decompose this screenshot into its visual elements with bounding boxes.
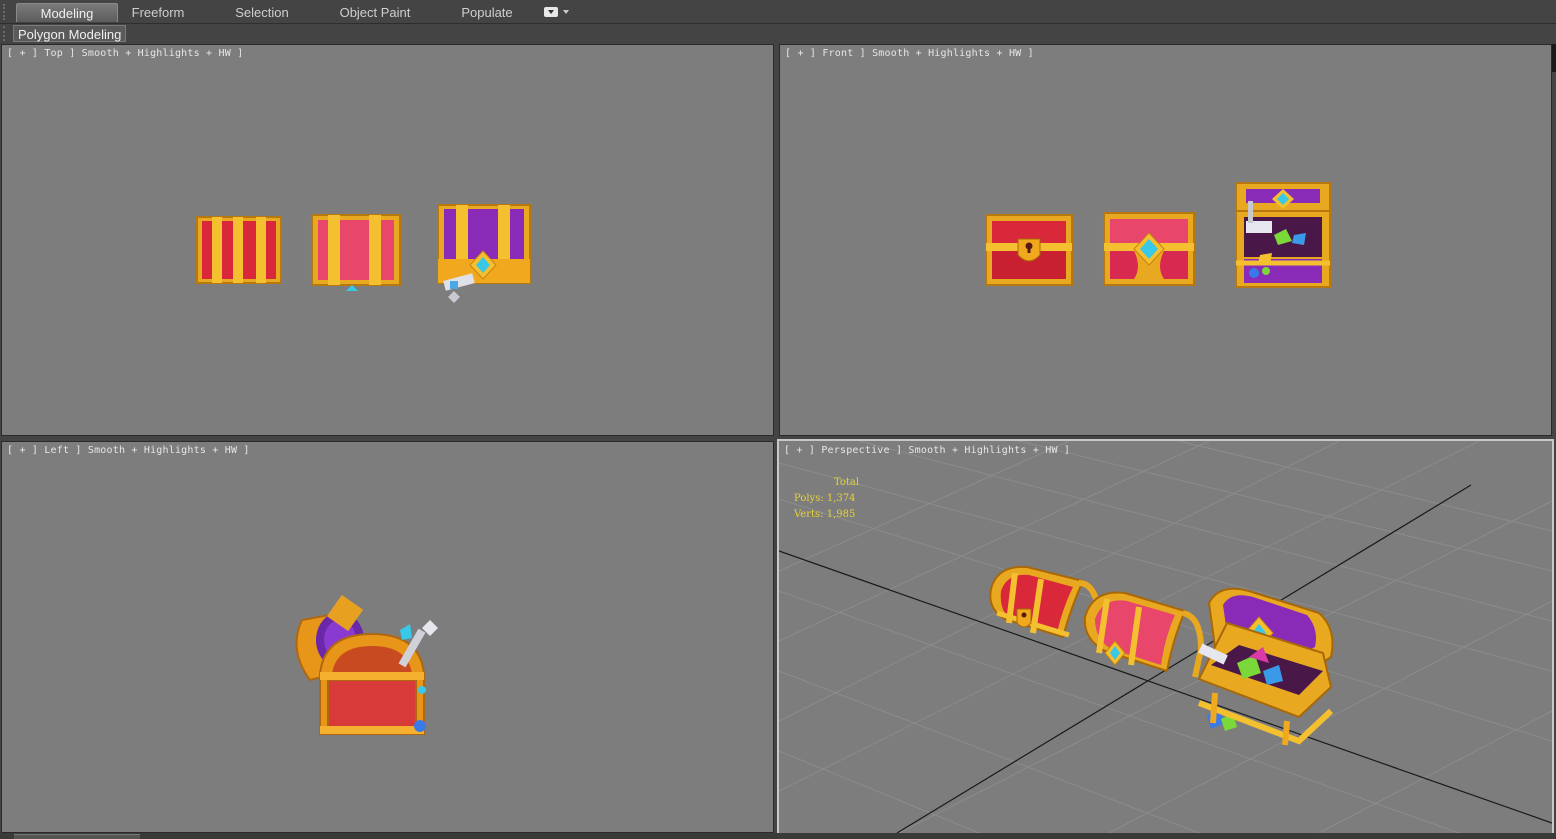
ribbon-tab-bar: Modeling Freeform Selection Object Paint…: [0, 0, 1556, 24]
chest-red-top[interactable]: [196, 216, 282, 284]
toolbar-grip[interactable]: [3, 26, 9, 41]
stats-polys: Polys: 1,374: [794, 491, 859, 507]
viewport-perspective[interactable]: [ + ] Perspective ] Smooth + Highlights …: [777, 439, 1554, 835]
viewport-top[interactable]: [ + ] Top ] Smooth + Highlights + HW ]: [1, 44, 774, 436]
chest-purple-open-front[interactable]: [1235, 182, 1331, 288]
chest-red-perspective[interactable]: [989, 565, 1103, 642]
dropdown-icon: [544, 7, 558, 17]
tab-populate[interactable]: Populate: [448, 3, 526, 22]
chest-open-side[interactable]: [295, 594, 438, 735]
stats-title: Total: [834, 477, 860, 488]
perspective-view-scene: [779, 441, 1552, 833]
chest-purple-top[interactable]: [437, 204, 531, 303]
front-view-scene: [985, 182, 1331, 288]
time-slider[interactable]: [14, 834, 140, 839]
polys-label: Polys:: [794, 493, 824, 504]
toolbar-grip[interactable]: [3, 4, 9, 20]
tab-object-paint[interactable]: Object Paint: [328, 3, 422, 22]
ribbon-panel-bar: Polygon Modeling: [0, 24, 1556, 43]
stats-verts: Verts: 1,985: [794, 507, 859, 523]
tab-freeform[interactable]: Freeform: [118, 3, 198, 22]
tab-modeling[interactable]: Modeling: [16, 3, 118, 22]
polys-value: 1,374: [826, 493, 856, 504]
3ds-max-window: Modeling Freeform Selection Object Paint…: [0, 0, 1556, 839]
viewport-left[interactable]: [ + ] Left ] Smooth + Highlights + HW ]: [1, 441, 774, 833]
chest-red-front[interactable]: [985, 214, 1073, 286]
verts-label: Verts:: [794, 509, 824, 520]
viewport-front[interactable]: [ + ] Front ] Smooth + Highlights + HW ]: [779, 44, 1552, 436]
left-view-scene: [295, 594, 438, 735]
viewport-label-perspective[interactable]: [ + ] Perspective ] Smooth + Highlights …: [784, 445, 1070, 456]
tab-selection[interactable]: Selection: [222, 3, 302, 22]
chest-pink-front[interactable]: [1103, 212, 1195, 286]
scene-statistics: Total Polys: 1,374 Verts: 1,985: [794, 475, 859, 523]
polygon-modeling-panel[interactable]: Polygon Modeling: [13, 25, 127, 42]
verts-value: 1,985: [826, 509, 856, 520]
chest-pink-top[interactable]: [311, 214, 401, 291]
chevron-down-icon: [563, 10, 569, 14]
top-view-scene: [196, 204, 531, 303]
ribbon-options-button[interactable]: [542, 6, 572, 20]
timeline-bar: [0, 833, 1556, 839]
scrollbar[interactable]: [1552, 44, 1556, 72]
